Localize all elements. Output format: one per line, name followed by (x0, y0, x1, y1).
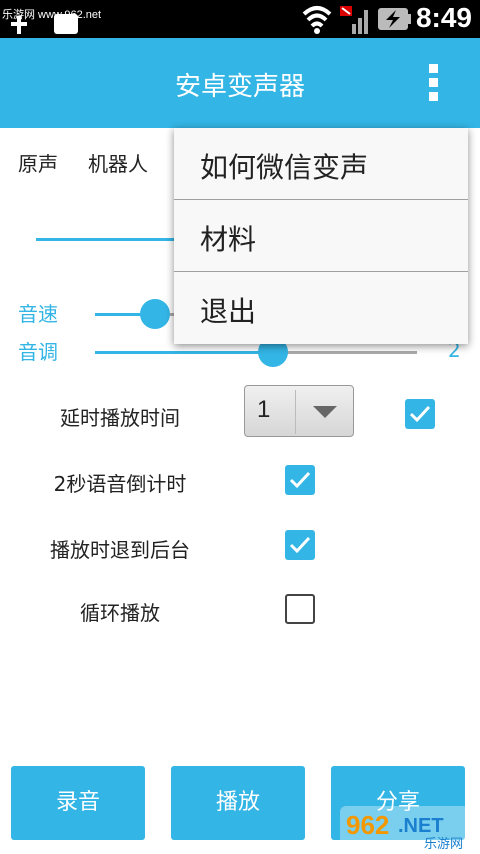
menu-item-wechat-voice[interactable]: 如何微信变声 (174, 128, 468, 200)
speed-label: 音速 (18, 302, 58, 326)
countdown-checkbox[interactable] (285, 465, 315, 495)
menu-item-materials[interactable]: 材料 (174, 200, 468, 272)
menu-item-label: 如何微信变声 (200, 151, 369, 184)
app-title: 安卓变声器 (174, 72, 305, 102)
tab-original-voice[interactable]: 原声 (18, 148, 58, 177)
checkmark-icon (409, 405, 431, 423)
svg-text:乐游网: 乐游网 (424, 837, 463, 852)
delay-checkbox[interactable] (405, 399, 435, 429)
clock: 8:49 (415, 2, 472, 33)
play-button[interactable]: 播放 (171, 766, 305, 840)
menu-item-exit[interactable]: 退出 (174, 272, 468, 343)
overflow-menu: 如何微信变声 材料 退出 (174, 128, 468, 344)
svg-text:.NET: .NET (398, 815, 444, 837)
status-bar: 乐游网 www.962.net 8:49 (0, 0, 480, 38)
countdown-label: 2秒语音倒计时 (53, 472, 187, 496)
signal-icon (340, 6, 368, 34)
voice-slider-track[interactable] (36, 238, 176, 241)
tab-robot[interactable]: 机器人 (88, 148, 148, 177)
loop-label: 循环播放 (80, 601, 160, 625)
speed-slider-thumb[interactable] (140, 299, 170, 329)
svg-text:962: 962 (346, 810, 389, 840)
record-button-label: 录音 (55, 790, 100, 815)
menu-item-label: 退出 (200, 295, 257, 328)
menu-item-label: 材料 (200, 223, 257, 256)
battery-charging-icon (378, 8, 411, 30)
record-button[interactable]: 录音 (11, 766, 145, 840)
loop-checkbox[interactable] (285, 594, 315, 624)
background-label: 播放时退到后台 (50, 538, 190, 562)
usb-icon (11, 16, 27, 34)
dropdown-arrow-icon (313, 406, 337, 418)
checkmark-icon (289, 471, 311, 489)
sd-card-icon (54, 14, 78, 34)
wifi-icon (302, 6, 332, 34)
background-checkbox[interactable] (285, 530, 315, 560)
overflow-menu-icon[interactable] (426, 64, 440, 104)
watermark-logo: 962 .NET 乐游网 (340, 806, 478, 852)
delay-spinner-value: 1 (257, 396, 271, 423)
play-button-label: 播放 (215, 790, 260, 815)
action-bar: 安卓变声器 (0, 38, 480, 128)
pitch-track-filled (95, 351, 270, 354)
pitch-track-empty (272, 351, 417, 354)
delay-spinner[interactable]: 1 (244, 385, 354, 437)
checkmark-icon (289, 536, 311, 554)
pitch-label: 音调 (18, 340, 58, 364)
spinner-divider (295, 390, 296, 434)
delay-label: 延时播放时间 (60, 406, 180, 430)
